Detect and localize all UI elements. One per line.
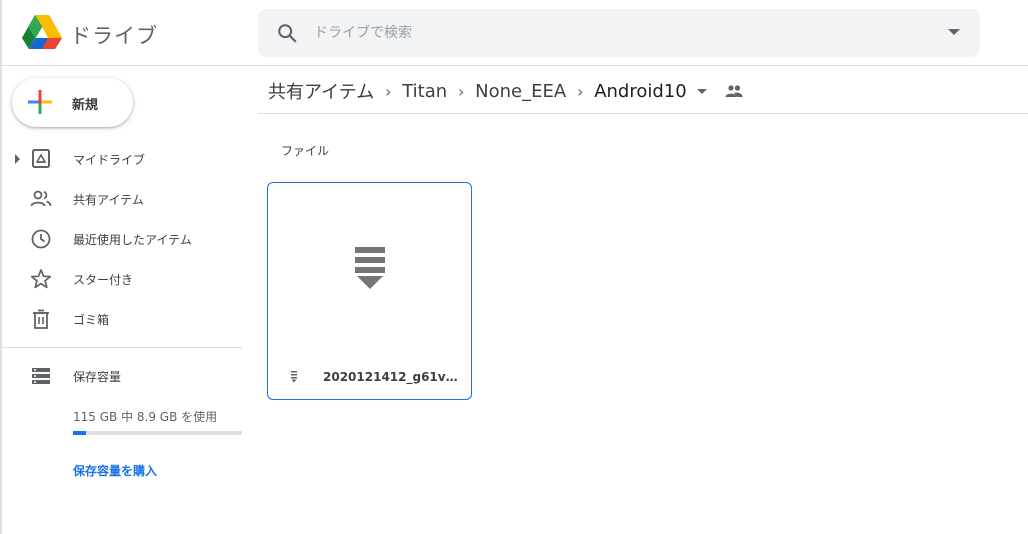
- search-options-caret-icon[interactable]: [948, 29, 960, 35]
- files-section-label: ファイル: [281, 144, 330, 158]
- sidebar-item-storage[interactable]: 保存容量: [0, 360, 242, 392]
- breadcrumb-item-current-folder[interactable]: Android10: [594, 81, 687, 102]
- chevron-right-icon: ›: [457, 81, 465, 101]
- shared-folder-people-icon[interactable]: [725, 84, 743, 98]
- breadcrumb-item-none-eea[interactable]: None_EEA: [475, 81, 566, 102]
- sidebar-item-label: 最近使用したアイテム: [73, 233, 192, 247]
- storage-usage-bar: [73, 431, 242, 435]
- people-icon: [30, 190, 52, 207]
- sidebar-item-label: スター付き: [73, 273, 134, 287]
- search-bar[interactable]: [258, 9, 980, 57]
- sidebar-item-label: 共有アイテム: [73, 193, 144, 207]
- compressed-file-icon: [355, 247, 385, 289]
- file-name: 2020121412_g61v71...: [323, 370, 463, 384]
- sidebar-item-label: マイドライブ: [73, 153, 146, 167]
- breadcrumb-item-shared[interactable]: 共有アイテム: [268, 78, 374, 104]
- sidebar-item-my-drive[interactable]: マイドライブ: [0, 143, 242, 175]
- file-name-row: 2020121412_g61v71...: [268, 359, 471, 395]
- app-header: ドライブ: [0, 0, 1028, 66]
- new-button-label: 新規: [72, 98, 99, 113]
- search-icon[interactable]: [276, 22, 298, 44]
- chevron-right-icon: ›: [576, 81, 584, 101]
- sidebar-item-starred[interactable]: スター付き: [0, 263, 242, 295]
- search-input[interactable]: [314, 9, 914, 57]
- breadcrumb-item-titan[interactable]: Titan: [402, 81, 447, 102]
- sidebar-item-trash[interactable]: ゴミ箱: [0, 303, 242, 335]
- sidebar-divider: [0, 347, 242, 348]
- trash-icon: [33, 309, 49, 329]
- new-button[interactable]: 新規: [12, 78, 133, 127]
- buy-storage-link[interactable]: 保存容量を購入: [73, 462, 157, 479]
- file-card[interactable]: 2020121412_g61v71...: [267, 182, 472, 400]
- plus-icon: [28, 90, 52, 114]
- file-thumbnail: [268, 183, 471, 349]
- storage-usage-text: 115 GB 中 8.9 GB を使用: [73, 410, 218, 424]
- sidebar-item-recent[interactable]: 最近使用したアイテム: [0, 223, 242, 255]
- chevron-right-icon: ›: [385, 81, 392, 101]
- expand-arrow-icon[interactable]: [15, 154, 20, 164]
- breadcrumb: 共有アイテム › Titan › None_EEA › Android10: [268, 76, 743, 106]
- drive-logo-icon[interactable]: [22, 15, 62, 49]
- storage-label: 保存容量: [73, 370, 122, 384]
- clock-icon: [31, 229, 51, 249]
- star-icon: [30, 269, 52, 289]
- storage-usage-fill: [73, 431, 86, 435]
- main-header-divider: [258, 113, 1028, 114]
- sidebar-item-shared[interactable]: 共有アイテム: [0, 183, 242, 215]
- storage-icon: [32, 368, 50, 384]
- my-drive-icon: [32, 149, 50, 168]
- sidebar-item-label: ゴミ箱: [73, 313, 110, 327]
- folder-menu-caret-icon[interactable]: [696, 88, 707, 94]
- app-title: ドライブ: [70, 24, 158, 48]
- compressed-file-type-icon: [291, 371, 297, 383]
